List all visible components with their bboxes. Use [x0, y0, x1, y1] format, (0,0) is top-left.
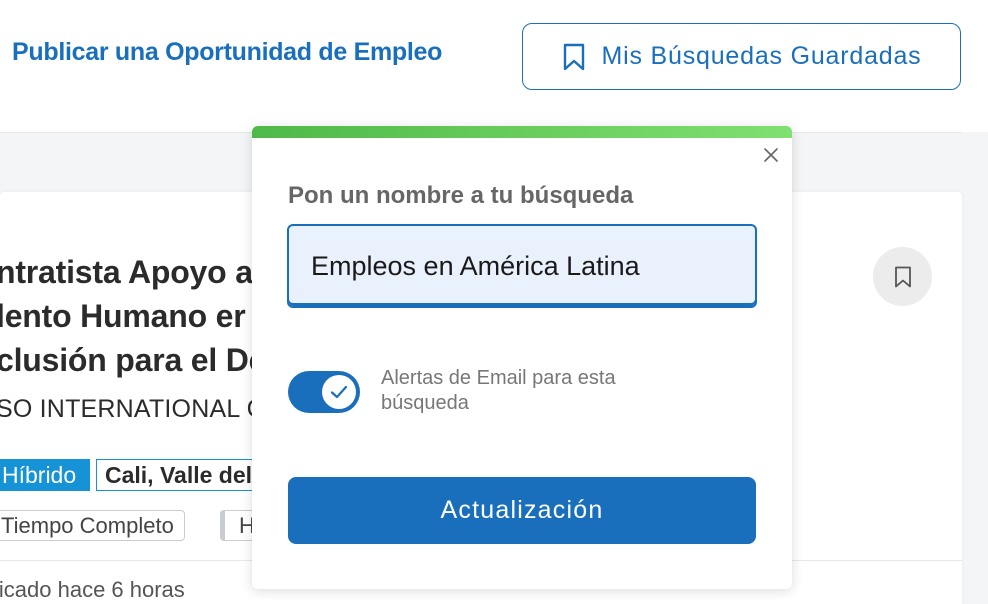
job-type-tag: Tiempo Completo — [0, 510, 185, 541]
close-icon — [764, 148, 778, 162]
work-mode-badge: Híbrido — [0, 459, 91, 491]
search-name-label: Pon un nombre a tu búsqueda — [288, 182, 634, 209]
page-header: Publicar una Oportunidad de Empleo Mis B… — [0, 0, 988, 132]
email-alerts-toggle[interactable] — [288, 371, 360, 413]
location-badge: Cali, Valle del — [96, 459, 276, 491]
company-name: SO INTERNATIONAL C — [0, 395, 265, 423]
check-icon — [330, 385, 348, 399]
bookmark-icon — [563, 43, 584, 70]
toggle-knob — [322, 375, 356, 409]
search-name-input[interactable] — [287, 224, 757, 308]
save-search-popup: Pon un nombre a tu búsqueda Alertas de E… — [252, 126, 792, 589]
email-alerts-label: Alertas de Email para esta búsqueda — [381, 367, 616, 414]
post-job-link[interactable]: Publicar una Oportunidad de Empleo — [12, 38, 442, 67]
close-button[interactable] — [760, 144, 782, 166]
bookmark-icon — [894, 266, 911, 287]
posted-time: licado hace 6 horas — [0, 577, 185, 602]
saved-searches-button[interactable]: Mis Búsquedas Guardadas — [522, 23, 961, 90]
popup-accent-bar — [252, 126, 792, 138]
saved-searches-label: Mis Búsquedas Guardadas — [601, 42, 922, 70]
update-button[interactable]: Actualización — [288, 477, 756, 544]
save-job-button[interactable] — [873, 247, 932, 306]
